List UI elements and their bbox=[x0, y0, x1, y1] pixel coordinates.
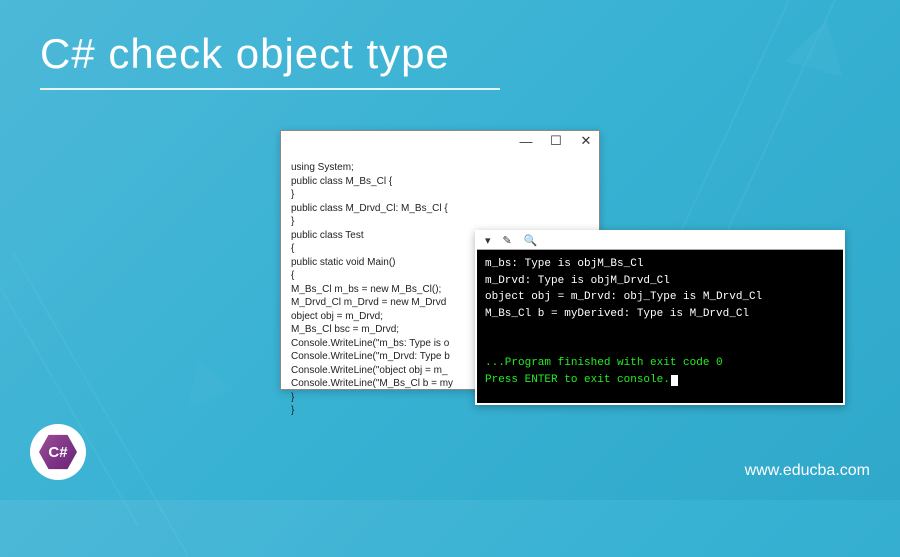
output-blank bbox=[485, 322, 835, 339]
close-icon[interactable]: ✕ bbox=[579, 134, 593, 148]
exit-prompt: Press ENTER to exit console. bbox=[485, 372, 835, 389]
console-output: m_bs: Type is objM_Bs_Cl m_Drvd: Type is… bbox=[477, 250, 843, 394]
title-underline bbox=[40, 88, 500, 90]
logo-text: C# bbox=[48, 444, 67, 461]
search-icon[interactable]: 🔍 bbox=[524, 234, 538, 247]
output-line: m_bs: Type is objM_Bs_Cl bbox=[485, 256, 835, 273]
window-controls: — ☐ ✕ bbox=[519, 134, 593, 148]
console-toolbar: ▾ ✎ 🔍 bbox=[477, 232, 843, 250]
site-url: www.educba.com bbox=[745, 462, 870, 480]
cursor-icon bbox=[671, 375, 678, 386]
output-line: m_Drvd: Type is objM_Drvd_Cl bbox=[485, 273, 835, 290]
chevron-down-icon[interactable]: ▾ bbox=[485, 234, 491, 247]
output-line: M_Bs_Cl b = myDerived: Type is M_Drvd_Cl bbox=[485, 306, 835, 323]
output-blank bbox=[485, 339, 835, 356]
output-line: object obj = m_Drvd: obj_Type is M_Drvd_… bbox=[485, 289, 835, 306]
minimize-icon[interactable]: — bbox=[519, 134, 533, 148]
console-window: ▾ ✎ 🔍 m_bs: Type is objM_Bs_Cl m_Drvd: T… bbox=[475, 230, 845, 405]
csharp-logo: C# bbox=[39, 433, 77, 471]
page-title: C# check object type bbox=[40, 30, 450, 78]
exit-status: ...Program finished with exit code 0 bbox=[485, 355, 835, 372]
csharp-logo-badge: C# bbox=[30, 424, 86, 480]
maximize-icon[interactable]: ☐ bbox=[549, 134, 563, 148]
wand-icon[interactable]: ✎ bbox=[503, 234, 512, 247]
